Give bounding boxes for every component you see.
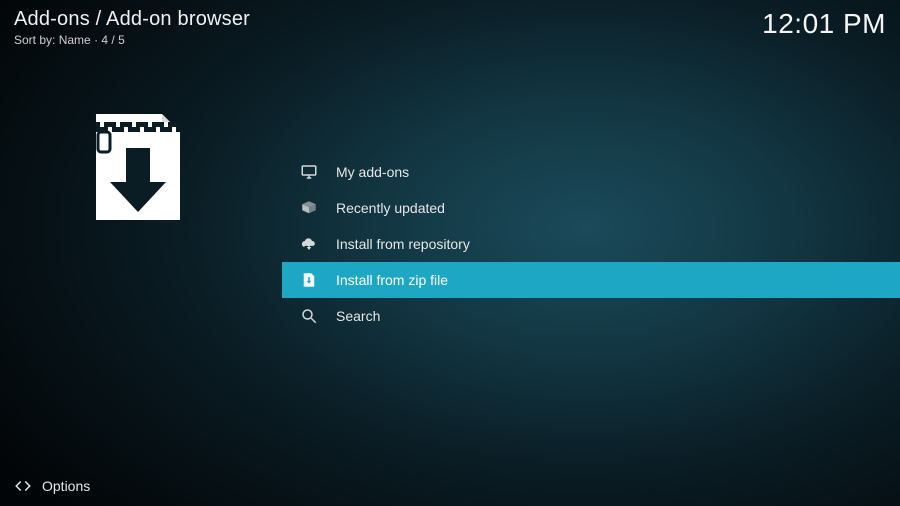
menu-item-label: Search	[336, 308, 380, 324]
zip-download-icon	[298, 269, 320, 291]
addon-browser-hero-icon	[78, 108, 198, 228]
menu-item-label: Install from repository	[336, 236, 470, 252]
clock: 12:01 PM	[762, 8, 886, 40]
zip-file-download-icon	[78, 108, 198, 228]
menu-item-install-from-repository[interactable]: Install from repository	[282, 226, 900, 262]
sort-label: Sort by:	[14, 33, 55, 47]
header-left: Add-ons / Add-on browser Sort by: Name ·…	[14, 8, 250, 47]
footer: Options	[0, 466, 900, 506]
monitor-icon	[298, 161, 320, 183]
menu-item-label: My add-ons	[336, 164, 409, 180]
menu-item-label: Install from zip file	[336, 272, 448, 288]
menu-item-install-from-zip[interactable]: Install from zip file	[282, 262, 900, 298]
menu-item-recently-updated[interactable]: Recently updated	[282, 190, 900, 226]
menu-item-search[interactable]: Search	[282, 298, 900, 334]
search-icon	[298, 305, 320, 327]
header: Add-ons / Add-on browser Sort by: Name ·…	[14, 8, 886, 47]
options-icon[interactable]	[14, 477, 32, 495]
sort-line: Sort by: Name · 4 / 5	[14, 33, 250, 47]
list-position: 4 / 5	[101, 33, 124, 47]
cloud-download-icon	[298, 233, 320, 255]
addon-browser-menu: My add-ons Recently updated Install from…	[282, 154, 900, 334]
breadcrumb: Add-ons / Add-on browser	[14, 8, 250, 31]
sort-value: Name	[59, 33, 91, 47]
box-open-icon	[298, 197, 320, 219]
options-button[interactable]: Options	[42, 478, 90, 494]
menu-item-label: Recently updated	[336, 200, 445, 216]
menu-item-my-addons[interactable]: My add-ons	[282, 154, 900, 190]
